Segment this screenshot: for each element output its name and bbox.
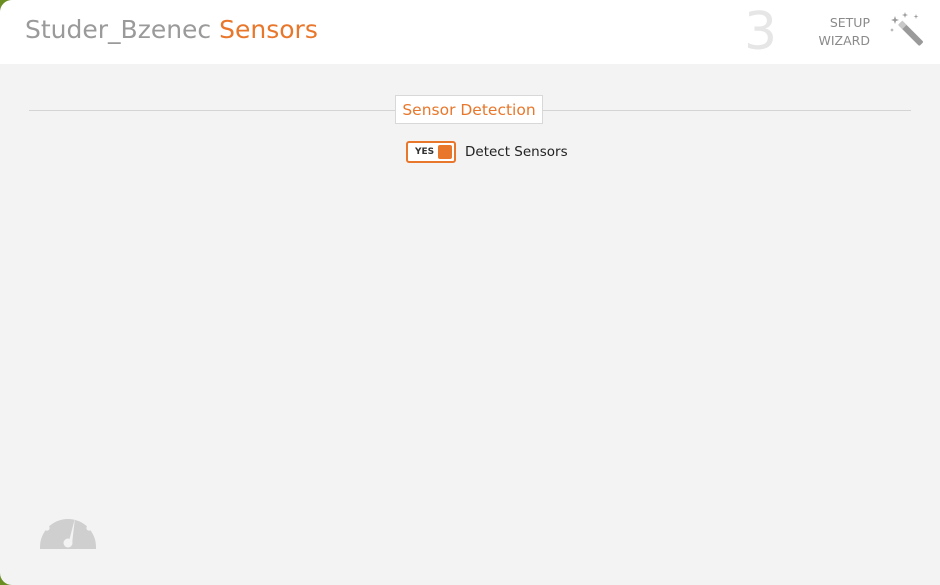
toggle-knob <box>438 145 452 159</box>
step-number: 3 <box>744 2 778 62</box>
setup-wizard-link[interactable]: SETUP WIZARD <box>819 14 870 50</box>
toggle-state-label: YES <box>415 147 435 157</box>
section-title: Sensor Detection <box>395 95 543 124</box>
title-section-name: Sensors <box>219 15 318 44</box>
detect-sensors-toggle[interactable]: YES <box>406 141 456 163</box>
setup-wizard-line1: SETUP <box>829 15 870 30</box>
page-title: Studer_Bzenec Sensors <box>25 14 318 46</box>
detect-sensors-label: Detect Sensors <box>465 144 568 160</box>
page-header: Studer_Bzenec Sensors 3 SETUP WIZARD <box>0 0 940 64</box>
setup-wizard-line2: WIZARD <box>818 33 870 48</box>
app-window: Studer_Bzenec Sensors 3 SETUP WIZARD Sen… <box>0 0 940 585</box>
dashboard-gauge-icon[interactable] <box>39 501 97 549</box>
title-site-name: Studer_Bzenec <box>25 15 212 44</box>
magic-wand-icon[interactable] <box>886 10 926 50</box>
